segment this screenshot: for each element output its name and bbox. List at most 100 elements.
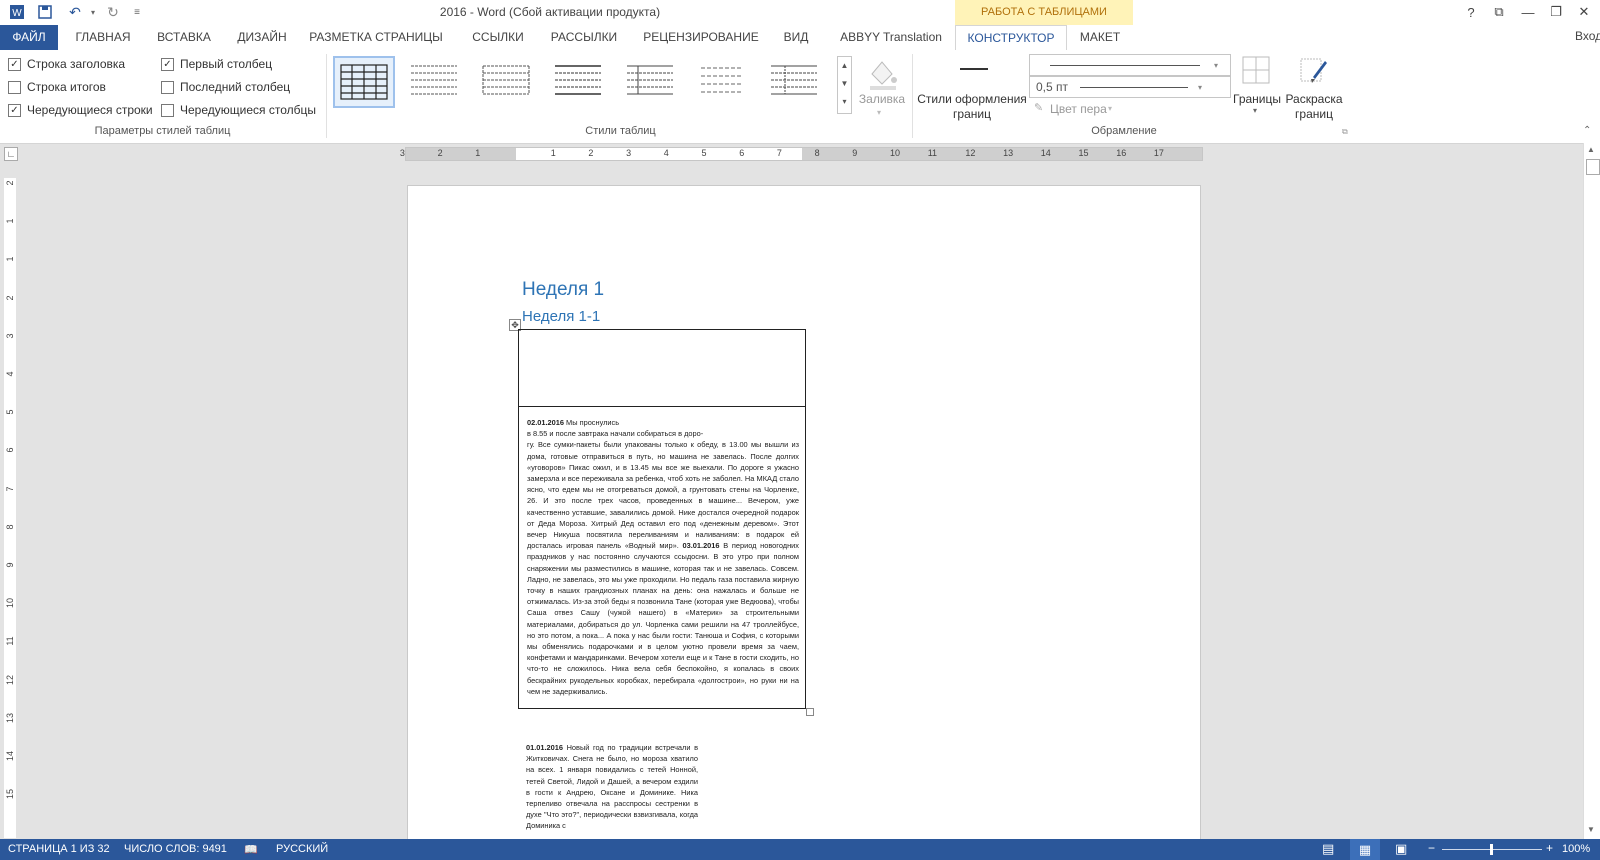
border-styles-button[interactable]: Стили оформления [917,92,1027,106]
text-run: гу. Все сумки-пакеты были упакованы толь… [527,440,799,551]
read-mode-icon[interactable]: ▤ [1322,841,1334,857]
banded-columns-checkbox[interactable]: Чередующиеся столбцы [161,102,316,118]
zoom-out-button[interactable]: − [1428,841,1435,855]
borders-dialog-launcher-icon[interactable]: ⧉ [1342,127,1348,137]
shading-dropdown-icon[interactable]: ▾ [877,108,881,117]
tab-constructor[interactable]: КОНСТРУКТОР [955,25,1067,51]
document-page[interactable]: Неделя 1 Неделя 1-1 ✥ 02.01.2016 Мы прос… [407,185,1201,840]
print-layout-icon[interactable]: ▦ [1350,839,1380,860]
line-style-dropdown[interactable]: ▾ [1029,54,1231,76]
checkbox-box: ✓ [8,57,21,71]
page-count[interactable]: СТРАНИЦА 1 ИЗ 32 [8,843,110,855]
ruler-margin-left [406,148,516,160]
ruler-tick-label: 12 [965,148,976,158]
word-count[interactable]: ЧИСЛО СЛОВ: 9491 [124,843,227,855]
heading-2[interactable]: Неделя 1-1 [522,308,600,325]
table-style-2[interactable] [405,56,463,104]
ruler-tick-label: 14 [1040,148,1051,158]
last-column-checkbox[interactable]: Последний столбец [161,79,290,95]
tab-mailings[interactable]: РАССЫЛКИ [546,25,622,50]
proofing-icon[interactable]: 📖 [244,843,258,856]
table-cell-empty[interactable] [519,330,805,407]
table-style-5[interactable] [621,56,679,104]
ruler-tick-label: 15 [1078,148,1089,158]
column-text[interactable]: 01.01.2016 Новый год по традиции встреча… [526,742,698,832]
entry-date: 03.01.2016 [682,541,720,551]
borders-button[interactable]: Границы [1232,92,1282,106]
table-style-grid[interactable] [333,56,395,108]
tab-selector-icon[interactable]: ∟ [4,147,18,161]
restore-button[interactable]: ❐ [1542,2,1570,22]
zoom-level[interactable]: 100% [1562,843,1590,855]
table-cell-text[interactable]: 02.01.2016 Мы проснулись в 8.55 и после з… [519,407,805,697]
ruler-tick-label: 3 [399,148,405,158]
ruler-margin-right [802,148,1202,160]
ribbon-tabs: ФАЙЛ ГЛАВНАЯ ВСТАВКА ДИЗАЙН РАЗМЕТКА СТР… [0,25,1600,51]
vertical-scrollbar[interactable]: ▲ ▼ [1583,143,1600,839]
pen-color-dropdown-icon[interactable]: ▾ [1108,104,1112,113]
vruler-tick-label: 5 [5,409,15,415]
line-weight-dropdown[interactable]: 0,5 пт ▾ [1029,76,1231,98]
banded-rows-checkbox[interactable]: ✓ Чередующиеся строки [8,102,153,118]
tab-review[interactable]: РЕЦЕНЗИРОВАНИЕ [640,25,762,50]
scroll-up-icon[interactable]: ▲ [1587,145,1595,154]
tab-abbyy[interactable]: ABBYY Translation [832,25,950,50]
heading-1[interactable]: Неделя 1 [522,279,604,301]
borders-dropdown-icon[interactable]: ▾ [1253,106,1257,115]
border-painter-label-2: границ [1295,107,1333,121]
scroll-thumb[interactable] [1586,159,1600,175]
document-table[interactable]: 02.01.2016 Мы проснулись в 8.55 и после з… [518,329,806,709]
table-style-4[interactable] [549,56,607,104]
ribbon-constructor: ✓ Строка заголовка Строка итогов ✓ Черед… [0,50,1600,144]
ruler-tick-label: 2 [437,148,443,158]
gallery-scroll[interactable]: ▲ ▼ ▾ [837,56,852,114]
sign-in-link[interactable]: Вход [1575,29,1600,43]
table-tools-header: РАБОТА С ТАБЛИЦАМИ [955,0,1133,26]
border-painter-icon[interactable] [1299,55,1329,85]
web-layout-icon[interactable]: ▣ [1395,841,1407,857]
checkbox-label: Последний столбец [180,80,291,94]
checkbox-label: Строка заголовка [27,57,126,71]
chevron-down-icon: ▾ [1198,82,1203,92]
tab-file[interactable]: ФАЙЛ [0,25,58,50]
checkbox-box: ✓ [161,57,174,71]
shading-icon[interactable] [862,52,902,92]
borders-icon[interactable] [1241,55,1271,85]
tab-page-layout[interactable]: РАЗМЕТКА СТРАНИЦЫ [304,25,448,50]
border-styles-icon[interactable] [960,68,988,70]
tab-home[interactable]: ГЛАВНАЯ [68,25,138,50]
zoom-in-button[interactable]: + [1546,841,1553,855]
close-button[interactable]: ✕ [1570,2,1598,22]
tab-insert[interactable]: ВСТАВКА [148,25,220,50]
total-row-checkbox[interactable]: Строка итогов [8,79,106,95]
entry-date: 01.01.2016 [526,743,563,752]
vruler-tick-label: 6 [5,447,15,453]
vruler-tick-label: 7 [5,486,15,492]
table-style-7[interactable] [765,56,823,104]
horizontal-ruler[interactable]: 3 2 1 1 2 3 4 5 6 7 8 9 10 11 12 13 14 15 16 17 [400,147,1203,161]
collapse-ribbon-icon[interactable]: ⌃ [1583,125,1591,136]
zoom-slider-thumb[interactable] [1490,844,1493,855]
vertical-ruler[interactable]: 2 1 1 2 3 4 5 6 7 8 9 10 11 12 13 14 15 [4,178,16,838]
vruler-tick-label: 11 [5,636,15,647]
checkbox-label: Чередующиеся строки [27,103,153,117]
help-button[interactable]: ? [1457,2,1485,22]
minimize-button[interactable]: — [1514,2,1542,22]
ribbon-display-options-button[interactable]: ⧉ [1485,2,1513,22]
table-style-6[interactable] [693,56,751,104]
table-resize-handle-icon[interactable] [806,708,814,716]
tab-references[interactable]: ССЫЛКИ [466,25,530,50]
table-style-3[interactable] [477,56,535,104]
border-painter-button[interactable]: Раскраска [1283,92,1345,106]
ruler-tick-label: 4 [663,148,669,158]
pen-color-button[interactable]: Цвет пера [1050,102,1107,116]
header-row-checkbox[interactable]: ✓ Строка заголовка [8,56,125,72]
tab-layout[interactable]: МАКЕТ [1068,25,1132,50]
scroll-down-icon[interactable]: ▼ [1587,825,1595,834]
vruler-tick-label: 12 [5,674,15,685]
language[interactable]: РУССКИЙ [276,843,328,855]
shading-button[interactable]: Заливка [855,92,909,106]
tab-design[interactable]: ДИЗАЙН [230,25,294,50]
first-column-checkbox[interactable]: ✓ Первый столбец [161,56,272,72]
tab-view[interactable]: ВИД [776,25,816,50]
